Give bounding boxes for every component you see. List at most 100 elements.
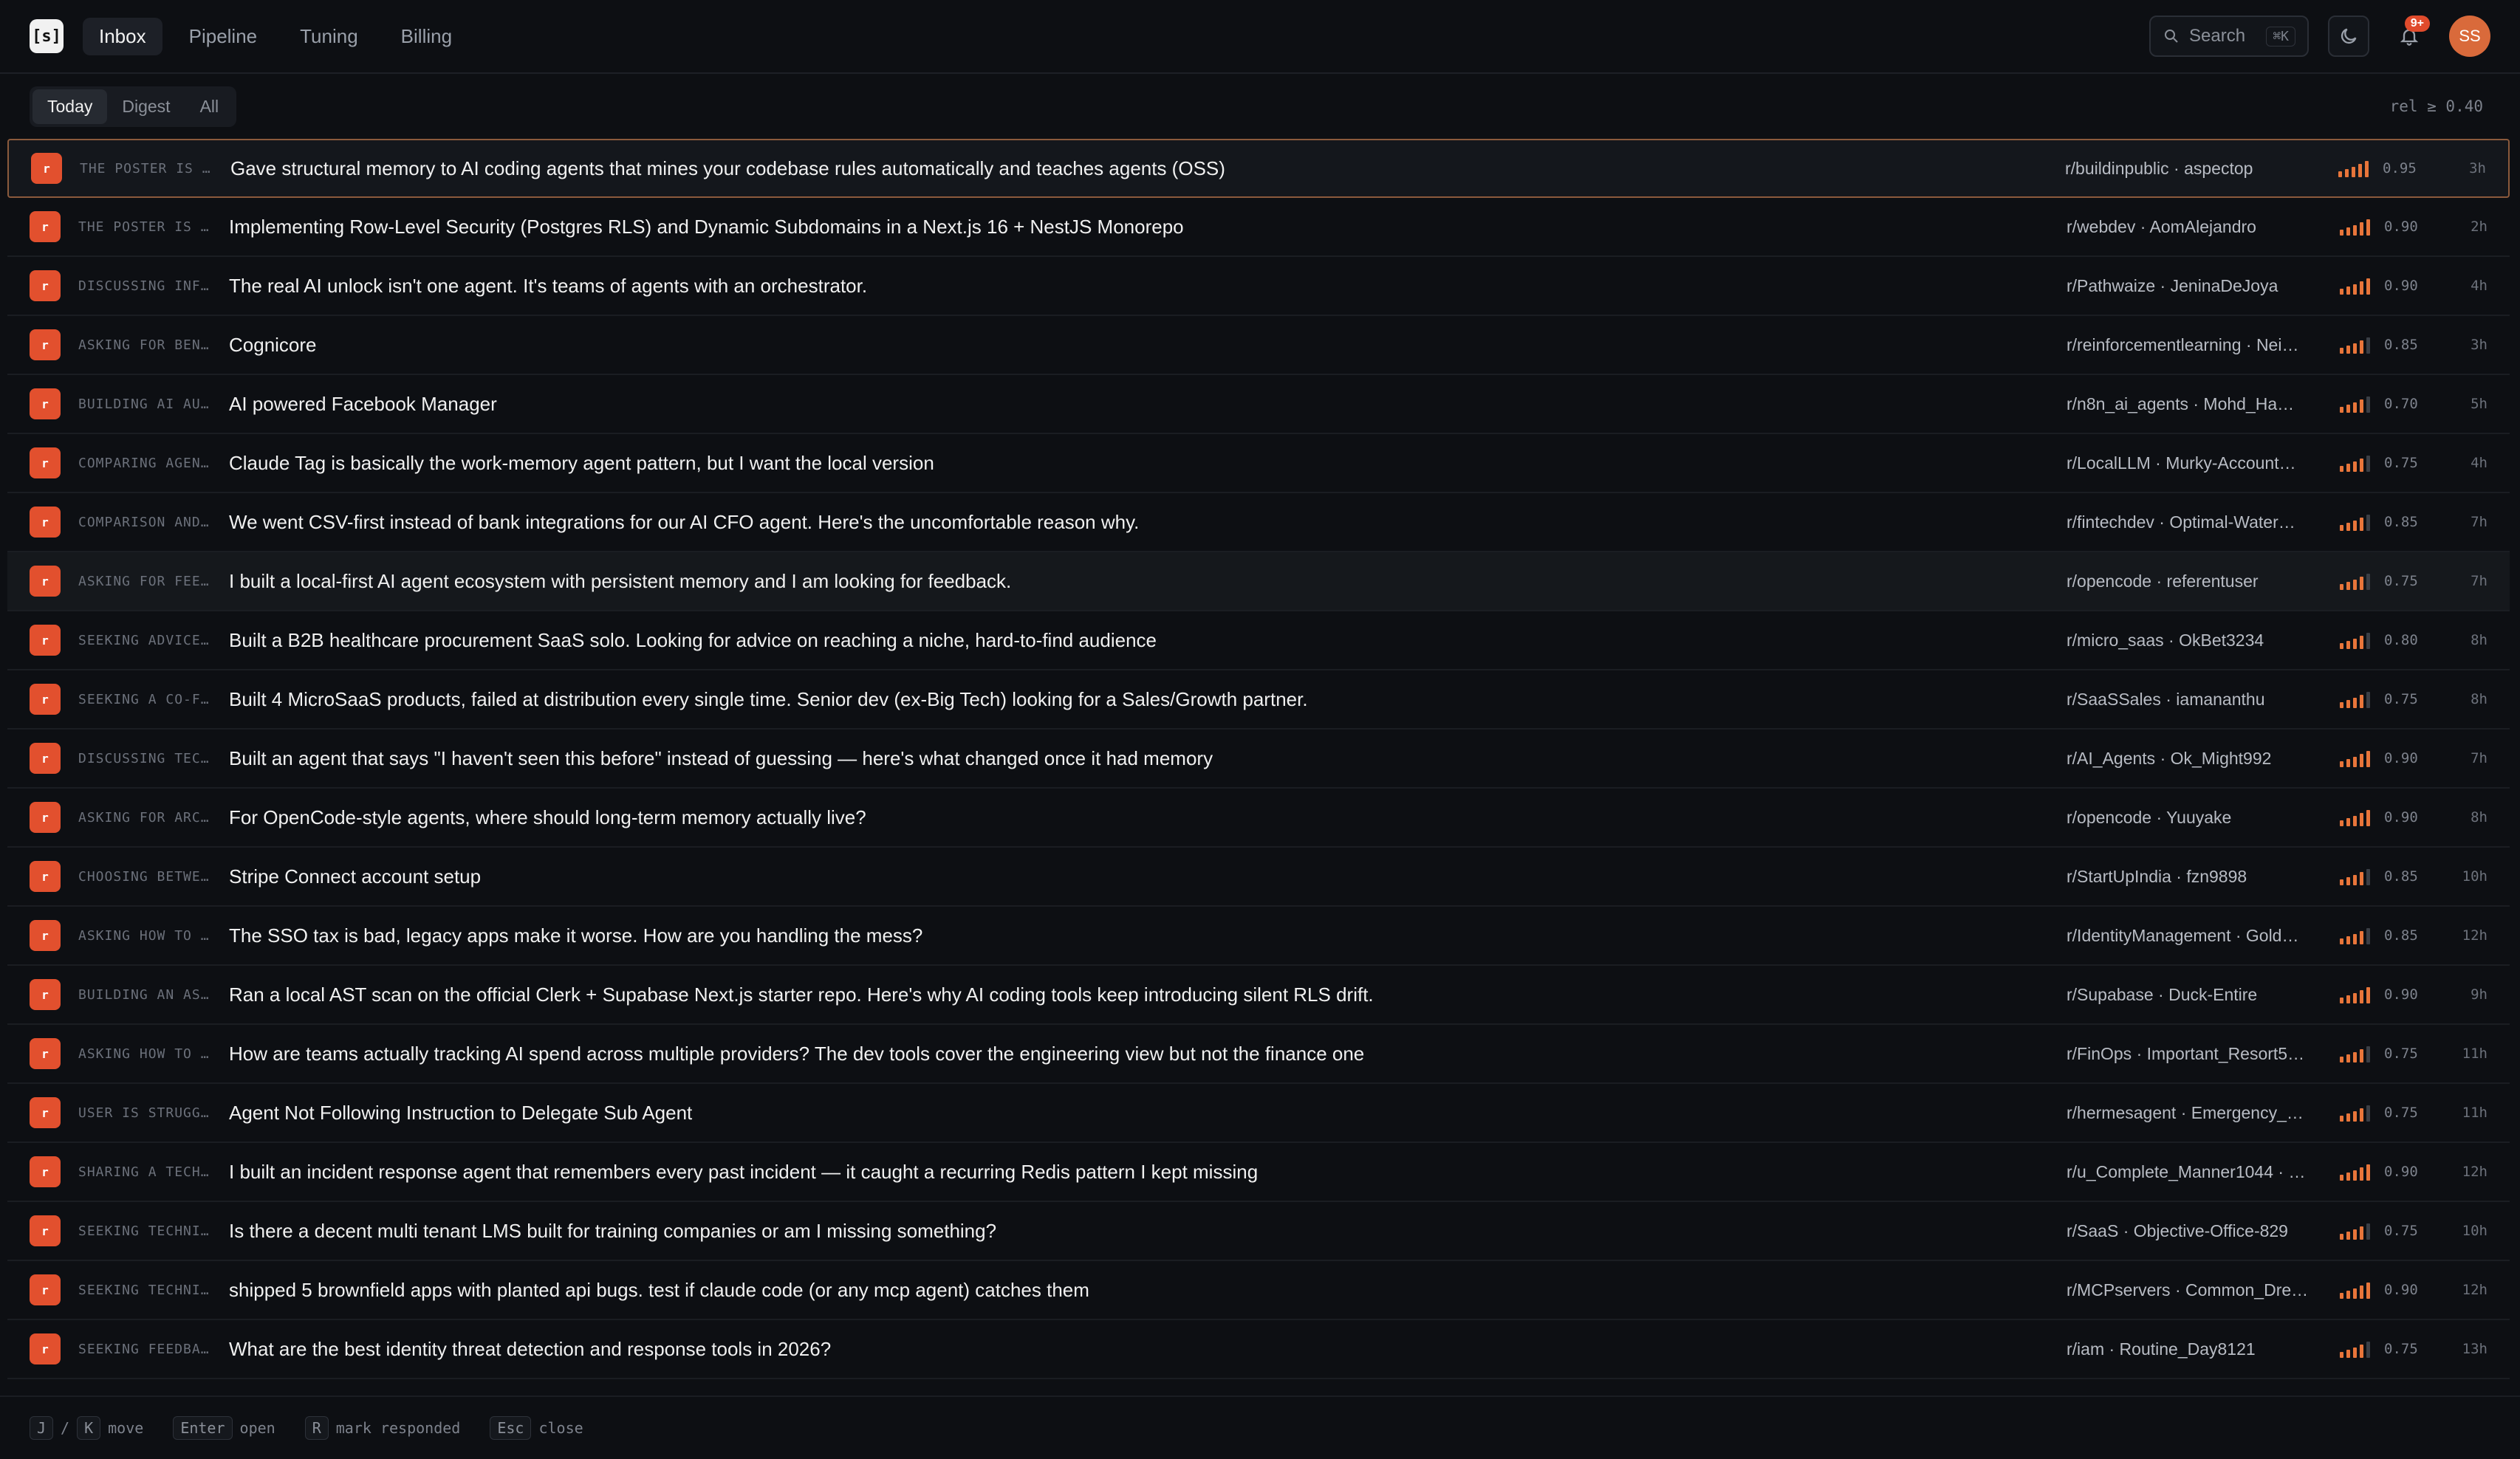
theme-toggle-button[interactable] bbox=[2328, 16, 2369, 57]
app-logo[interactable]: [s] bbox=[30, 19, 64, 53]
post-age: 4h bbox=[2471, 455, 2488, 471]
reddit-source-icon: r bbox=[30, 1038, 61, 1069]
intent-tag: SHARING A TECH… bbox=[78, 1164, 210, 1180]
list-item[interactable]: r ASKING FOR FEE… I built a local-first AI… bbox=[7, 552, 2510, 611]
list-item[interactable]: r ASKING FOR BEN… Cognicore r/reinforcement… bbox=[7, 316, 2510, 375]
nav-inbox[interactable]: Inbox bbox=[83, 17, 162, 55]
post-title[interactable]: Built 4 MicroSaaS products, failed at di… bbox=[229, 688, 2052, 711]
post-title[interactable]: Stripe Connect account setup bbox=[229, 865, 2052, 888]
inbox-app: [s] Inbox Pipeline Tuning Billing Search… bbox=[0, 0, 2520, 1459]
relevance-bars-icon bbox=[2340, 986, 2377, 1003]
list-item[interactable]: r DISCUSSING INF… The real AI unlock isn't… bbox=[7, 257, 2510, 316]
intent-tag: BUILDING AN AS… bbox=[78, 986, 210, 1003]
intent-tag: ASKING FOR BEN… bbox=[78, 337, 210, 353]
post-title[interactable]: Claude Tag is basically the work-memory … bbox=[229, 452, 2052, 475]
post-title[interactable]: I built an incident response agent that … bbox=[229, 1161, 2052, 1184]
post-title[interactable]: Built an agent that says "I haven't seen… bbox=[229, 747, 2052, 770]
post-title[interactable]: For OpenCode-style agents, where should … bbox=[229, 806, 2052, 829]
reddit-source-icon: r bbox=[30, 329, 61, 360]
relevance-bars-icon bbox=[2340, 809, 2377, 826]
user-avatar[interactable]: SS bbox=[2449, 16, 2490, 57]
post-title[interactable]: Implementing Row-Level Security (Postgre… bbox=[229, 216, 2052, 238]
post-title[interactable]: Ran a local AST scan on the official Cle… bbox=[229, 983, 2052, 1006]
reddit-source-icon: r bbox=[30, 1156, 61, 1187]
post-age: 8h bbox=[2471, 632, 2488, 648]
list-item[interactable]: r ASKING HOW TO … How are teams actually t… bbox=[7, 1025, 2510, 1084]
reddit-source-icon: r bbox=[30, 625, 61, 656]
list-item[interactable]: r SEEKING TECHNI… shipped 5 brownfield app… bbox=[7, 1261, 2510, 1320]
post-title[interactable]: Agent Not Following Instruction to Deleg… bbox=[229, 1102, 2052, 1125]
relevance-bars-icon bbox=[2340, 1340, 2377, 1358]
post-meta: r/SaaS · Objective-Office-829 bbox=[2067, 1221, 2288, 1240]
nav-pipeline[interactable]: Pipeline bbox=[173, 18, 274, 55]
post-age: 3h bbox=[2469, 160, 2486, 176]
relevance-score: 0.75 bbox=[2384, 573, 2418, 589]
list-item[interactable]: r ASKING FOR ARC… For OpenCode-style agent… bbox=[7, 789, 2510, 848]
relevance-score: 0.90 bbox=[2384, 219, 2418, 235]
tab-today[interactable]: Today bbox=[32, 89, 108, 124]
intent-tag: THE POSTER IS … bbox=[80, 160, 211, 176]
relevance-score: 0.90 bbox=[2384, 750, 2418, 766]
relevance-score: 0.75 bbox=[2384, 691, 2418, 707]
list-item[interactable]: r SHARING A TECH… I built an incident resp… bbox=[7, 1143, 2510, 1202]
post-title[interactable]: Is there a decent multi tenant LMS built… bbox=[229, 1220, 2052, 1243]
list-item[interactable]: r ASKING HOW TO … The SSO tax is bad, lega… bbox=[7, 907, 2510, 966]
relevance-bars-icon bbox=[2340, 690, 2377, 708]
list-item[interactable]: r THE POSTER IS … Gave structural memory t… bbox=[7, 139, 2510, 198]
post-age: 7h bbox=[2471, 514, 2488, 530]
post-age: 11h bbox=[2462, 1105, 2488, 1121]
post-title[interactable]: We went CSV-first instead of bank integr… bbox=[229, 511, 2052, 534]
nav-tuning[interactable]: Tuning bbox=[284, 18, 374, 55]
post-title[interactable]: Built a B2B healthcare procurement SaaS … bbox=[229, 629, 2052, 652]
post-title[interactable]: Gave structural memory to AI coding agen… bbox=[230, 157, 2050, 180]
post-title[interactable]: I built a local-first AI agent ecosystem… bbox=[229, 570, 2052, 593]
relevance-bars-icon bbox=[2340, 336, 2377, 354]
reddit-source-icon: r bbox=[30, 1274, 61, 1305]
relevance-score: 0.90 bbox=[2384, 986, 2418, 1003]
nav-billing[interactable]: Billing bbox=[385, 18, 468, 55]
hint-mark-responded: mark responded bbox=[335, 1419, 461, 1437]
list-item[interactable]: r USER IS STRUGG… Agent Not Following Inst… bbox=[7, 1084, 2510, 1143]
relevance-score: 0.85 bbox=[2384, 868, 2418, 885]
reddit-source-icon: r bbox=[30, 684, 61, 715]
list-item[interactable]: r SEEKING ADVICE… Built a B2B healthcare p… bbox=[7, 611, 2510, 670]
notifications-button[interactable]: 9+ bbox=[2389, 16, 2430, 57]
list-item[interactable]: r COMPARING AGEN… Claude Tag is basically … bbox=[7, 434, 2510, 493]
intent-tag: DISCUSSING INF… bbox=[78, 278, 210, 294]
post-meta: r/opencode · Yuuyake bbox=[2067, 807, 2232, 827]
post-meta: r/LocalLLM · Murky-Account… bbox=[2067, 453, 2296, 473]
post-meta: r/iam · Routine_Day8121 bbox=[2067, 1339, 2256, 1359]
list-item[interactable]: r DISCUSSING TEC… Built an agent that says… bbox=[7, 730, 2510, 789]
key-enter: Enter bbox=[173, 1416, 233, 1440]
post-meta: r/micro_saas · OkBet3234 bbox=[2067, 630, 2264, 650]
list-item[interactable]: r BUILDING AN AS… Ran a local AST scan on … bbox=[7, 966, 2510, 1025]
post-title[interactable]: AI powered Facebook Manager bbox=[229, 393, 2052, 416]
relevance-bars-icon bbox=[2340, 572, 2377, 590]
post-title[interactable]: The real AI unlock isn't one agent. It's… bbox=[229, 275, 2052, 298]
reddit-source-icon: r bbox=[30, 1333, 61, 1364]
list-item[interactable]: r THE POSTER IS … Implementing Row-Level S… bbox=[7, 198, 2510, 257]
post-meta: r/StartUpIndia · fzn9898 bbox=[2067, 866, 2247, 886]
intent-tag: COMPARING AGEN… bbox=[78, 455, 210, 471]
moon-icon bbox=[2341, 28, 2357, 44]
post-title[interactable]: Cognicore bbox=[229, 334, 2052, 357]
reddit-source-icon: r bbox=[30, 1215, 61, 1246]
list-item[interactable]: r COMPARISON AND… We went CSV-first instea… bbox=[7, 493, 2510, 552]
list-item[interactable]: r SEEKING A CO-F… Built 4 MicroSaaS produc… bbox=[7, 670, 2510, 730]
tab-all[interactable]: All bbox=[185, 89, 234, 124]
relevance-bars-icon bbox=[2338, 159, 2375, 177]
tab-digest[interactable]: Digest bbox=[107, 89, 185, 124]
post-title[interactable]: What are the best identity threat detect… bbox=[229, 1338, 2052, 1361]
post-age: 8h bbox=[2471, 809, 2488, 825]
list-item[interactable]: r CHOOSING BETWE… Stripe Connect account s… bbox=[7, 848, 2510, 907]
post-meta: r/reinforcementlearning · Nei… bbox=[2067, 334, 2299, 354]
post-title[interactable]: The SSO tax is bad, legacy apps make it … bbox=[229, 924, 2052, 947]
post-meta: r/opencode · referentuser bbox=[2067, 571, 2259, 591]
list-item[interactable]: r BUILDING AI AU… AI powered Facebook Mana… bbox=[7, 375, 2510, 434]
list-item[interactable]: r SEEKING TECHNI… Is there a decent multi … bbox=[7, 1202, 2510, 1261]
post-title[interactable]: shipped 5 brownfield apps with planted a… bbox=[229, 1279, 2052, 1302]
post-title[interactable]: How are teams actually tracking AI spend… bbox=[229, 1043, 2052, 1065]
list-item[interactable]: r SEEKING FEEDBA… What are the best identi… bbox=[7, 1320, 2510, 1379]
search-button[interactable]: Search ⌘K bbox=[2149, 16, 2309, 57]
relevance-score: 0.75 bbox=[2384, 1341, 2418, 1357]
